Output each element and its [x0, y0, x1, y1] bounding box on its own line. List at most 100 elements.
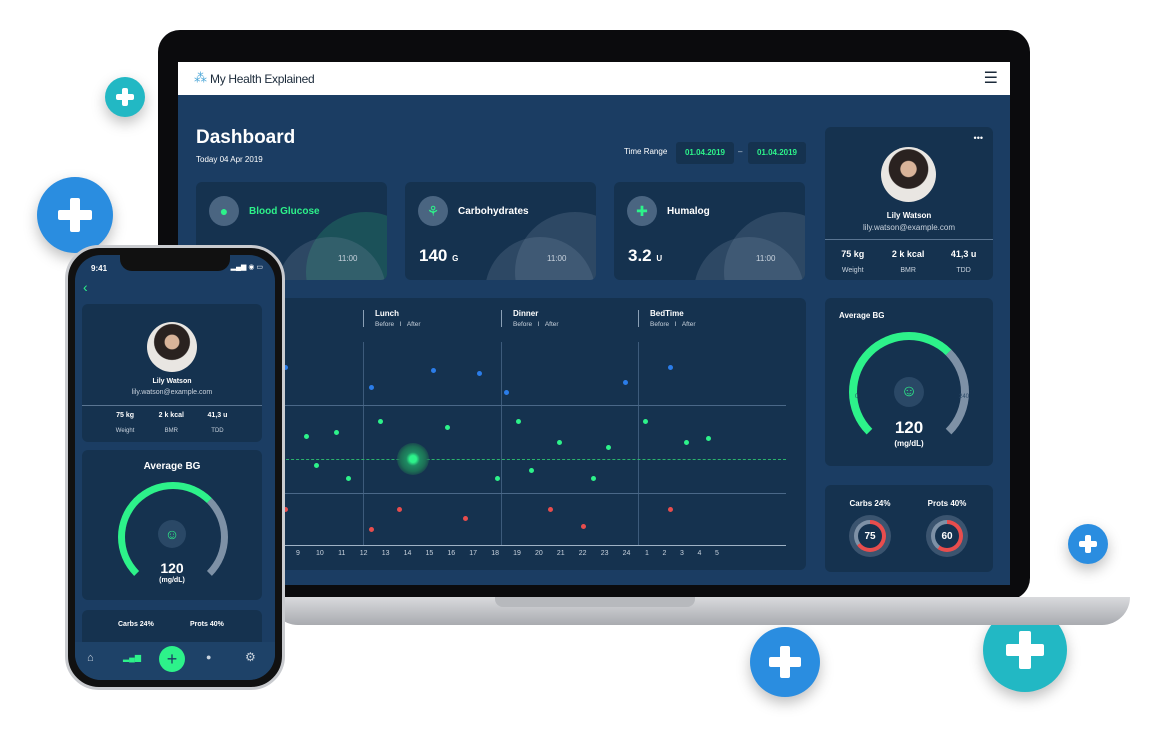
x-tick-label: 15 [425, 550, 434, 557]
phone-screen: 9:41 ▂▄▆ ◉ ▭ ‹ Lily Watson lily.watson@e… [75, 255, 275, 680]
plus-badge-icon [105, 77, 145, 117]
group-divider [638, 310, 639, 327]
glucose-scatter-chart: Lunch Before I After Dinner Before I After B… [196, 298, 806, 570]
x-tick-label: 19 [513, 550, 521, 557]
stats-icon[interactable]: ▂▄▆ [123, 653, 141, 662]
laptop-screen: ⁂ My Health Explained ☰ Dashboard Today … [178, 62, 1010, 585]
highlight-point[interactable] [397, 443, 429, 475]
date-from-input[interactable]: 01.04.2019 [676, 142, 734, 164]
back-icon[interactable]: ‹ [83, 279, 88, 295]
time-range-label: Time Range [624, 147, 668, 156]
data-point-low[interactable] [368, 526, 374, 532]
date-to-input[interactable]: 01.04.2019 [748, 142, 806, 164]
plus-icon [1079, 535, 1097, 553]
data-point-high[interactable] [622, 379, 628, 385]
data-point-high[interactable] [476, 370, 482, 376]
data-point-normal[interactable] [444, 424, 450, 430]
data-point-normal[interactable] [683, 439, 689, 445]
laptop-base [270, 597, 1130, 625]
plus-icon [116, 88, 134, 106]
more-options-icon[interactable]: ••• [974, 133, 983, 143]
group-gridline [363, 342, 364, 545]
metric-label: Carbohydrates [458, 206, 529, 217]
bg-value: 120 [894, 418, 924, 437]
data-point-low[interactable] [462, 515, 468, 521]
metric-card[interactable]: ✚ Humalog 3.2 U 11:00 [614, 182, 805, 280]
bg-unit: (mg/dL) [159, 577, 185, 584]
x-tick-label: 9 [296, 550, 300, 557]
metric-value: 3.2 U [628, 246, 663, 265]
syringe-icon: ✚ [627, 196, 657, 226]
app-header: ⁂ My Health Explained ☰ [178, 62, 1010, 95]
carbs-ring: 75 [849, 515, 891, 557]
data-point-low[interactable] [547, 506, 553, 512]
data-point-normal[interactable] [590, 475, 596, 481]
metric-time: 11:00 [756, 254, 776, 263]
macros-card: Carbs 24% Prots 40% 75 60 [825, 485, 993, 572]
data-point-normal[interactable] [377, 418, 383, 424]
divider [82, 405, 262, 406]
data-point-high[interactable] [667, 364, 673, 370]
app-title[interactable]: My Health Explained [210, 72, 315, 86]
divider [825, 239, 993, 240]
x-tick-label: 2 [662, 550, 667, 557]
data-point-normal[interactable] [556, 439, 562, 445]
metric-value: 140 G [419, 246, 459, 265]
metric-time: 11:00 [547, 254, 567, 263]
profile-stats: 75 kg Weight 2 k kcal BMR 41,3 u TDD [825, 249, 993, 277]
stat-bmr: 2 k kcal BMR [158, 412, 184, 434]
group-sublabel: Before I After [513, 321, 559, 328]
x-tick-label: 21 [556, 550, 565, 557]
carbs-label: Carbs 24% [118, 621, 154, 628]
blood-drop-icon: ● [209, 196, 239, 226]
data-point-normal[interactable] [642, 418, 648, 424]
average-bg-card: Average BG ☺ 120 (mg/dL) 0 240 [825, 298, 993, 466]
stat-weight: 75 kg Weight [115, 412, 135, 434]
x-tick-label: 16 [447, 550, 456, 557]
smiley-icon: ☺ [158, 520, 186, 548]
chat-icon[interactable]: ● [206, 652, 211, 662]
profile-email: lily.watson@example.com [862, 223, 955, 232]
home-icon[interactable]: ⌂ [87, 652, 94, 664]
laptop-notch [495, 597, 695, 607]
data-point-normal[interactable] [515, 418, 521, 424]
x-tick-label: 4 [697, 550, 702, 557]
data-point-low[interactable] [580, 523, 586, 529]
data-point-normal[interactable] [528, 467, 534, 473]
data-point-low[interactable] [667, 506, 673, 512]
data-point-normal[interactable] [605, 444, 611, 450]
metric-time: 11:00 [338, 254, 358, 263]
data-point-normal[interactable] [494, 475, 500, 481]
data-point-normal[interactable] [345, 475, 351, 481]
status-time: 9:41 [91, 264, 108, 273]
group-divider [501, 310, 502, 327]
average-bg-title: Average BG [839, 311, 885, 320]
date-separator: – [738, 147, 743, 156]
settings-icon[interactable]: ⚙ [245, 650, 256, 664]
phone-notch [120, 255, 230, 271]
x-tick-label: 13 [381, 550, 390, 557]
plus-icon [57, 197, 93, 233]
data-point-low[interactable] [396, 506, 402, 512]
data-point-high[interactable] [503, 389, 509, 395]
hamburger-icon[interactable]: ☰ [984, 68, 998, 88]
data-point-high[interactable] [430, 367, 436, 373]
profile-name: Lily Watson [886, 211, 932, 220]
group-divider [363, 310, 364, 327]
data-point-high[interactable] [368, 384, 374, 390]
add-icon[interactable]: + [159, 646, 185, 672]
data-point-normal[interactable] [705, 435, 711, 441]
wheat-icon: ⚘ [418, 196, 448, 226]
stat-tdd: 41,3 u TDD [207, 412, 228, 434]
data-point-normal[interactable] [303, 433, 309, 439]
status-icons: ▂▄▆ ◉ ▭ [230, 264, 263, 271]
metric-card[interactable]: ⚘ Carbohydrates 140 G 11:00 [405, 182, 596, 280]
carbs-value: 75 [858, 524, 882, 548]
data-point-normal[interactable] [333, 429, 339, 435]
data-point-normal[interactable] [313, 462, 319, 468]
prots-ring: 60 [926, 515, 968, 557]
profile-card: ••• Lily Watson lily.watson@example.com … [825, 127, 993, 280]
stat-weight: 75 kg Weight [841, 249, 865, 274]
prots-value: 60 [935, 524, 959, 548]
group-label: Lunch [375, 309, 399, 318]
